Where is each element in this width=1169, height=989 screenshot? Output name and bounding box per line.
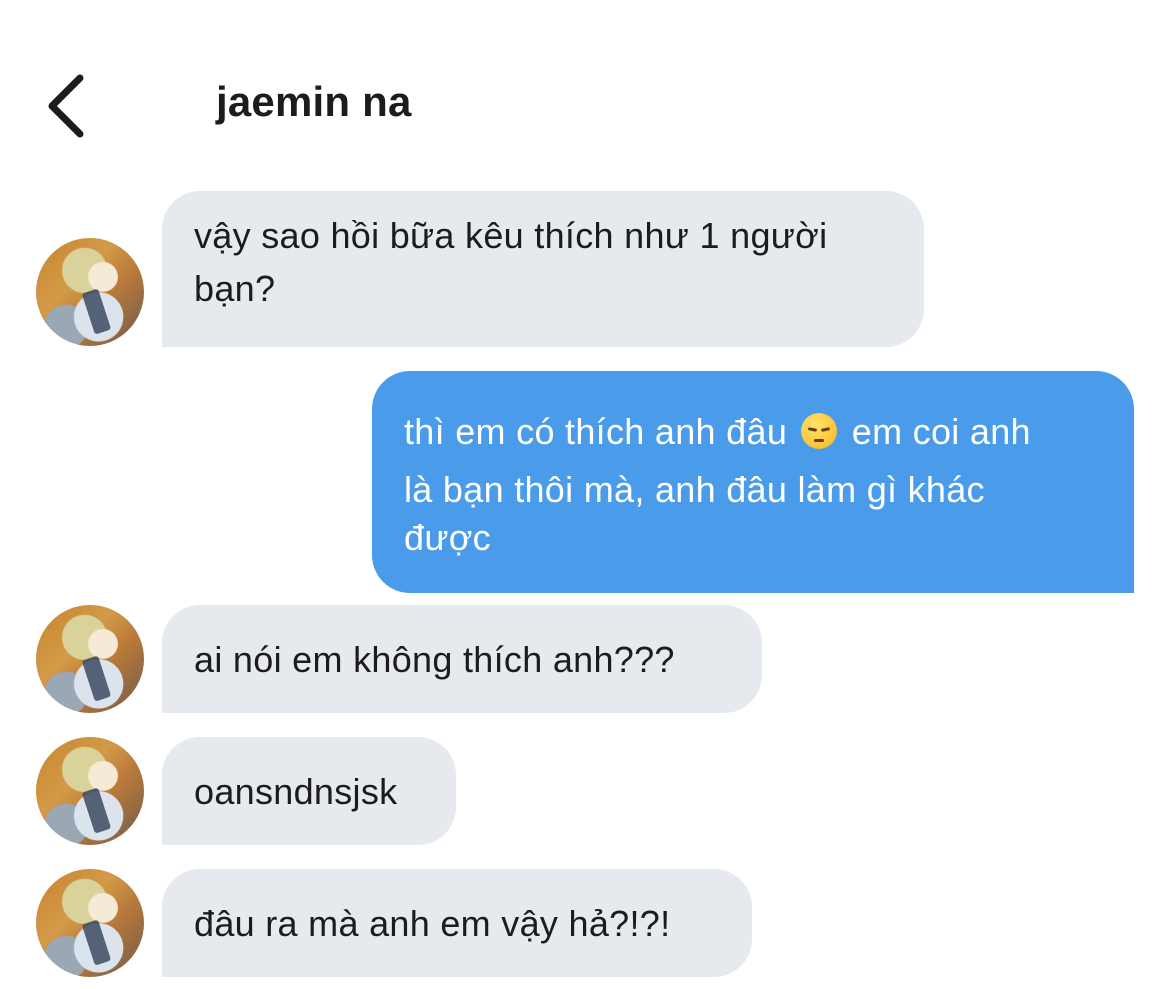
message-bubble-sent[interactable]: thì em có thích anh đâu em coi anh là bạ… <box>372 371 1134 593</box>
message-text: oansndnsjsk <box>194 771 398 812</box>
chevron-left-icon <box>48 74 84 138</box>
message-text-line: vậy sao hồi bữa kêu thích như 1 người <box>194 215 828 256</box>
avatar[interactable] <box>36 737 144 845</box>
message-text-segment: thì em có thích anh đâu <box>404 411 798 452</box>
message-text-line: thì em có thích anh đâu em coi anh <box>404 403 1102 461</box>
message-bubble-received[interactable]: vậy sao hồi bữa kêu thích như 1 người bạ… <box>162 191 924 347</box>
message-text: đâu ra mà anh em vậy hả?!?! <box>194 903 671 944</box>
chat-screen: jaemin na vậy sao hồi bữa kêu thích như … <box>0 0 1169 989</box>
message-bubble-received[interactable]: ai nói em không thích anh??? <box>162 605 762 713</box>
back-button[interactable] <box>38 70 98 142</box>
message-bubble-received[interactable]: oansndnsjsk <box>162 737 456 845</box>
message-text-line: bạn? <box>194 268 276 309</box>
avatar[interactable] <box>36 869 144 977</box>
message-bubble-received[interactable]: đâu ra mà anh em vậy hả?!?! <box>162 869 752 977</box>
pensive-face-icon <box>801 413 838 449</box>
avatar[interactable] <box>36 605 144 713</box>
message-text: ai nói em không thích anh??? <box>194 639 675 680</box>
avatar[interactable] <box>36 238 144 346</box>
message-text-segment: em coi anh <box>841 411 1031 452</box>
contact-name[interactable]: jaemin na <box>216 78 412 126</box>
